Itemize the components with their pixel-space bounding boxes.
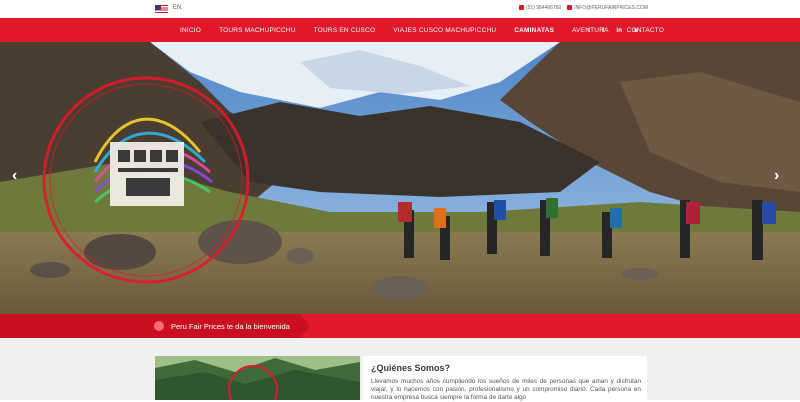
nav-tours-machupicchu[interactable]: TOURS MACHUPICCHU [219, 27, 296, 34]
contact-info: (51) 984466750 INFO@PERUFAIRPRICES.COM [518, 5, 648, 11]
about-title: ¿Quiénes Somos? [371, 363, 451, 373]
logo-icon [154, 321, 164, 331]
language-label[interactable]: EN [173, 5, 181, 11]
welcome-text: Peru Fair Prices te da la bienvenida [171, 322, 290, 331]
phone-text: (51) 984466750 [525, 5, 562, 11]
phone-contact[interactable]: (51) 984466750 [518, 5, 562, 11]
nav-caminatas[interactable]: CAMINATAS [514, 27, 554, 34]
email-icon [567, 5, 573, 10]
vimeo-icon[interactable]: v [634, 27, 638, 34]
linkedin-icon[interactable]: in [616, 27, 622, 34]
phone-icon [518, 5, 524, 10]
nav-viajes-cusco-machupicchu[interactable]: VIAJES CUSCO MACHUPICCHU [393, 27, 496, 34]
hero-image [0, 42, 800, 314]
about-text: Llevamos muchos años cumpliendo los sueñ… [371, 378, 641, 401]
slider-next-button[interactable]: › [774, 168, 779, 184]
slider-prev-button[interactable]: ‹ [12, 168, 17, 184]
hero-slider: ‹ › [0, 42, 800, 314]
facebook-icon[interactable]: f [602, 27, 604, 34]
email-contact[interactable]: INFO@PERUFAIRPRICES.COM [567, 5, 648, 11]
nav-inicio[interactable]: INICIO [180, 27, 201, 34]
about-card: ¿Quiénes Somos? Llevamos muchos años cum… [363, 356, 647, 401]
nav-tours-en-cusco[interactable]: TOURS EN CUSCO [314, 27, 376, 34]
top-bar: EN (51) 984466750 INFO@PERUFAIRPRICES.CO… [0, 0, 800, 18]
email-text: INFO@PERUFAIRPRICES.COM [574, 5, 648, 11]
us-flag-icon[interactable] [155, 5, 168, 13]
content-section: ¿Quiénes Somos? Llevamos muchos años cum… [0, 338, 800, 401]
welcome-banner: Peru Fair Prices te da la bienvenida [0, 314, 800, 338]
about-image[interactable] [155, 356, 360, 400]
twitter-icon[interactable]: t [588, 27, 590, 34]
main-navbar: INICIO TOURS MACHUPICCHU TOURS EN CUSCO … [0, 18, 800, 42]
social-links: t f in v [588, 18, 638, 42]
